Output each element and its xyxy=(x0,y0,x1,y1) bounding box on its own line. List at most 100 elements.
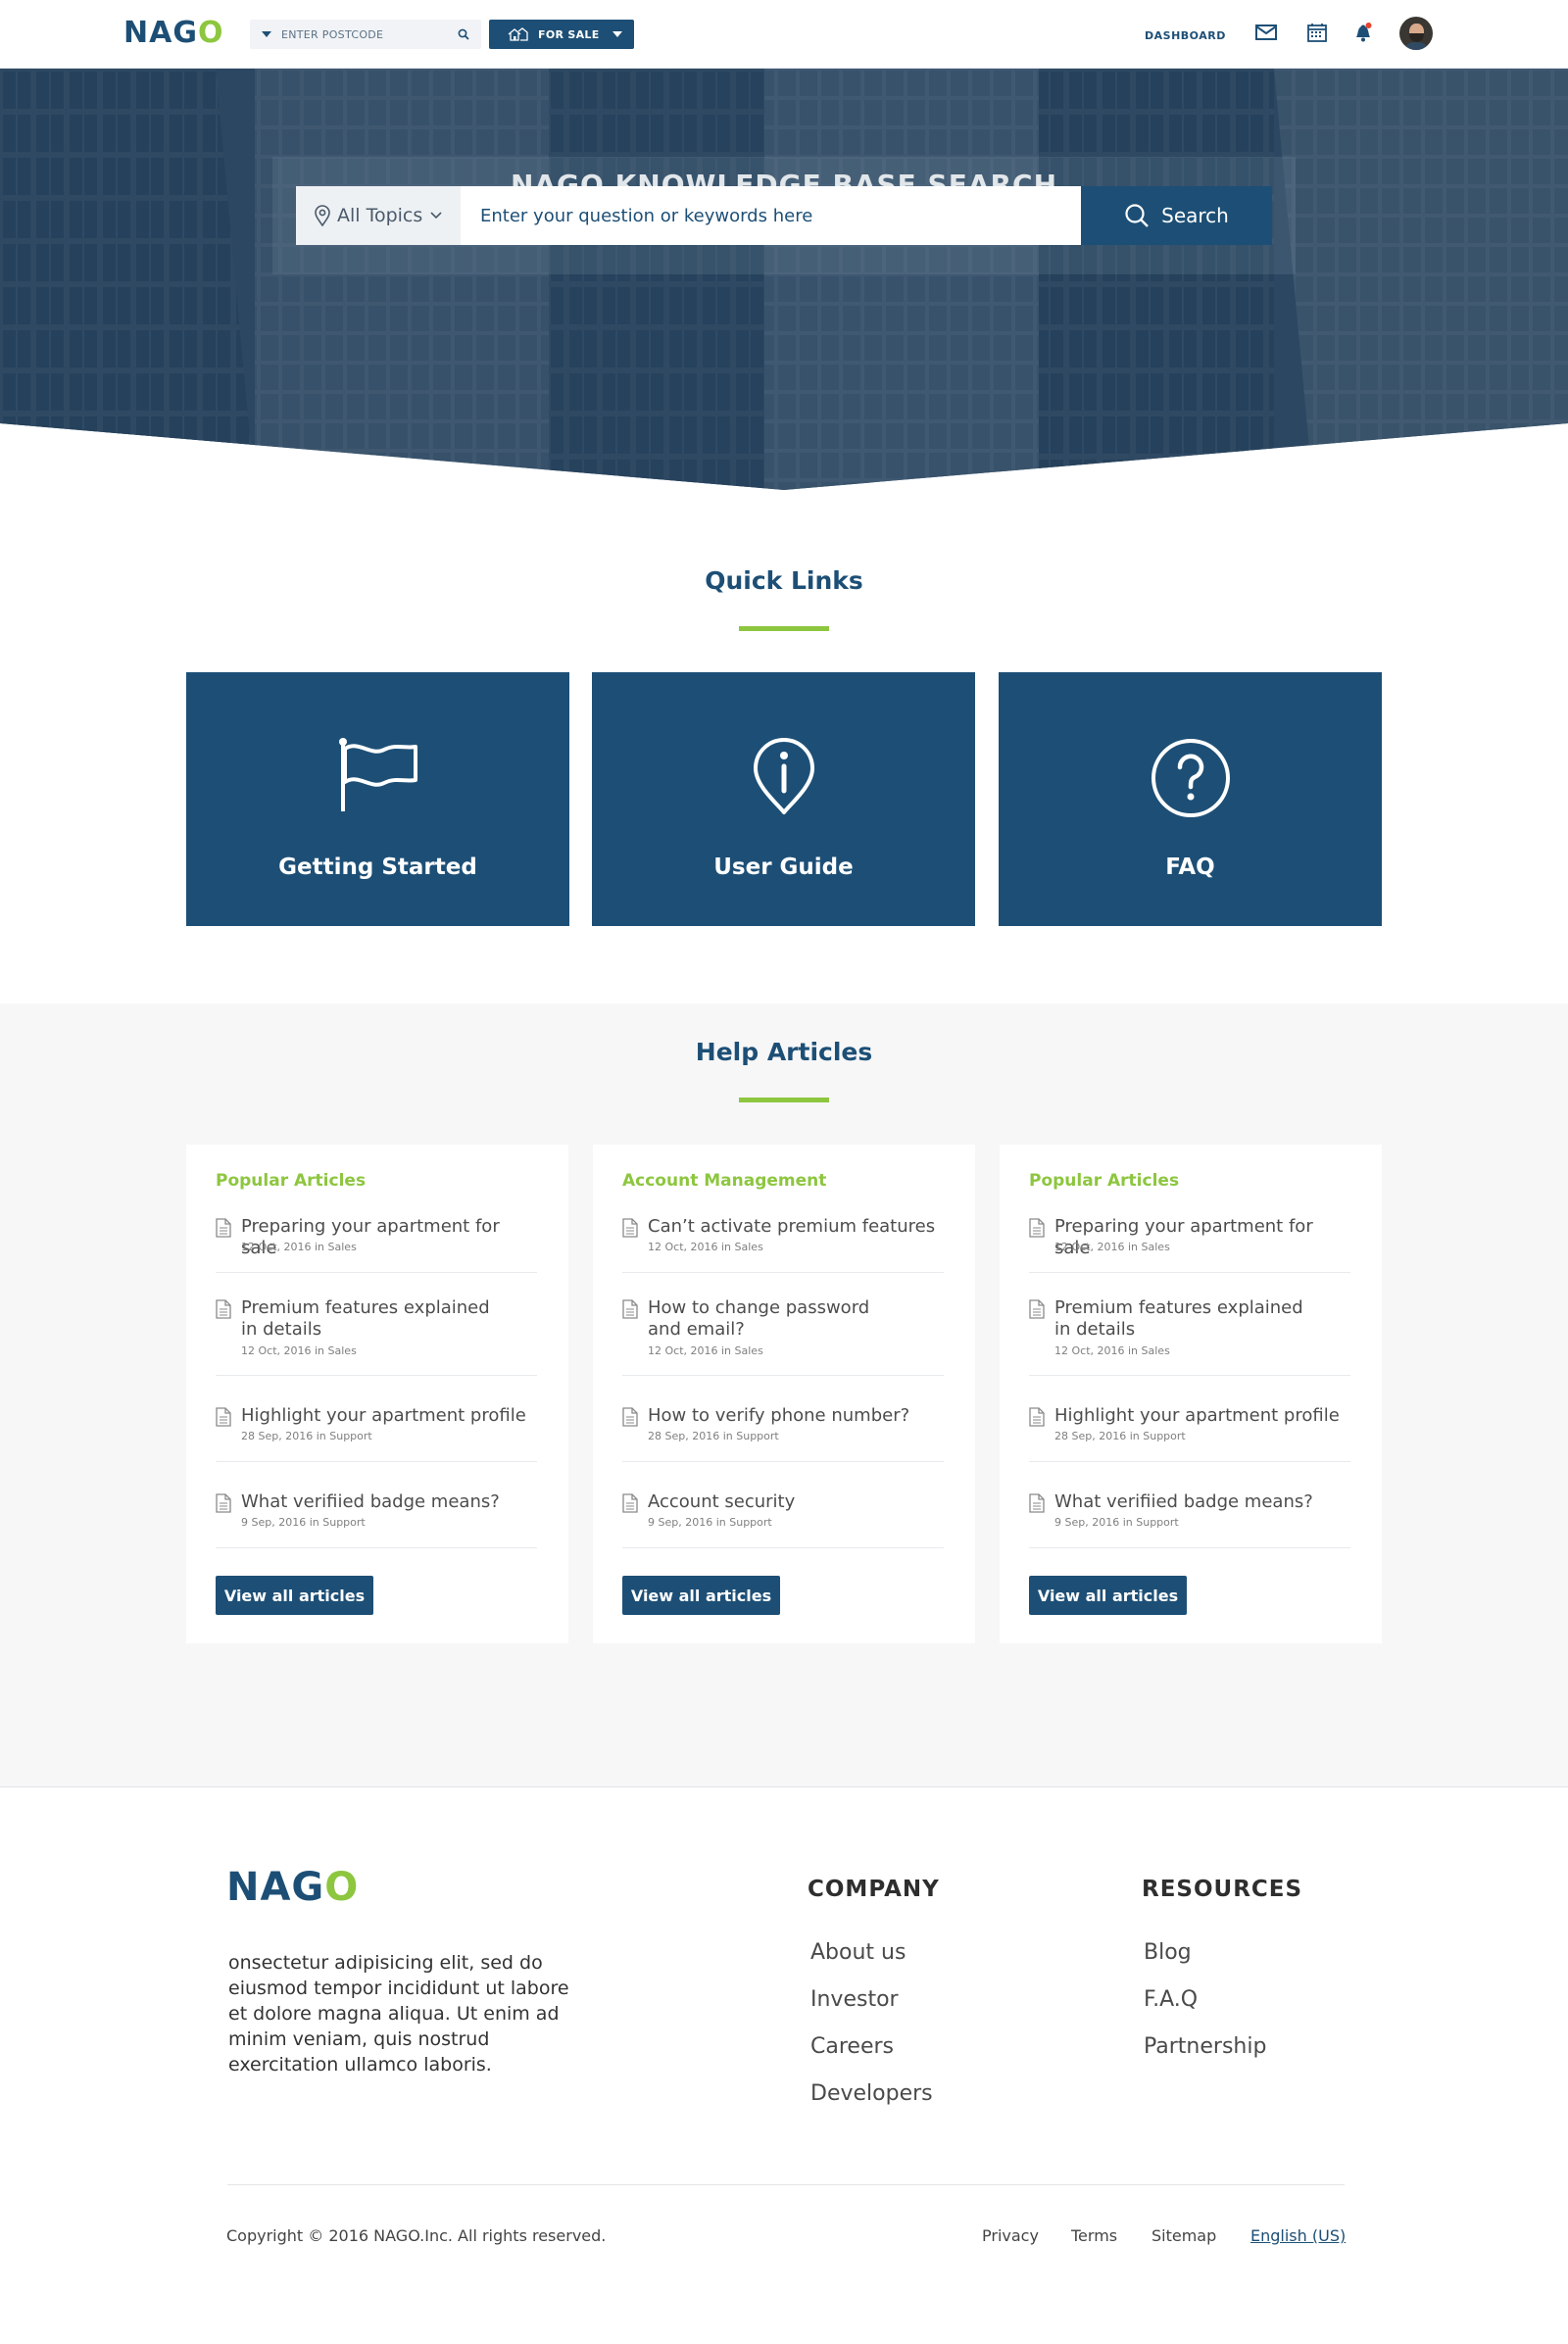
search-icon[interactable] xyxy=(458,28,469,40)
bell-icon[interactable] xyxy=(1353,22,1373,43)
article-title[interactable]: Highlight your apartment profile xyxy=(241,1405,537,1427)
article-item[interactable]: Premium features explained in details 12… xyxy=(216,1297,537,1376)
footer-link-investor[interactable]: Investor xyxy=(810,1987,899,2012)
article-category: Popular Articles xyxy=(1029,1171,1180,1191)
article-item[interactable]: Premium features explained in details 12… xyxy=(1029,1297,1350,1376)
title-underline xyxy=(739,626,829,631)
document-icon xyxy=(216,1493,231,1513)
company-heading: COMPANY xyxy=(808,1877,940,1902)
article-meta: 28 Sep, 2016 in Support xyxy=(1054,1430,1186,1442)
article-meta: 12 Oct, 2016 in Sales xyxy=(1054,1241,1170,1253)
topics-dropdown[interactable]: All Topics xyxy=(296,186,461,245)
article-title[interactable]: What verifiied badge means? xyxy=(241,1491,537,1513)
flag-icon xyxy=(338,738,417,811)
topics-label: All Topics xyxy=(337,205,423,226)
article-title[interactable]: Account security xyxy=(648,1491,944,1513)
article-item[interactable]: Preparing your apartment for sale 12 Oct… xyxy=(216,1216,537,1273)
listing-type-dropdown[interactable]: FOR SALE xyxy=(489,20,634,49)
caret-down-icon[interactable] xyxy=(262,31,271,37)
article-meta: 12 Oct, 2016 in Sales xyxy=(648,1241,763,1253)
article-title[interactable]: Premium features explained in details xyxy=(1054,1297,1309,1341)
article-meta: 9 Sep, 2016 in Support xyxy=(241,1516,366,1529)
chevron-down-icon xyxy=(430,212,442,220)
document-icon xyxy=(622,1493,638,1513)
document-icon xyxy=(216,1218,231,1238)
footer-link-about-us[interactable]: About us xyxy=(810,1940,906,1965)
document-icon xyxy=(1029,1407,1045,1427)
article-title[interactable]: How to change password and email? xyxy=(648,1297,893,1341)
footer-link-blog[interactable]: Blog xyxy=(1144,1940,1192,1965)
article-meta: 12 Oct, 2016 in Sales xyxy=(648,1344,763,1357)
article-title[interactable]: What verifiied badge means? xyxy=(1054,1491,1350,1513)
listing-type-label: FOR SALE xyxy=(538,27,600,41)
nago-logo[interactable]: NAGO xyxy=(123,16,223,50)
article-meta: 9 Sep, 2016 in Support xyxy=(1054,1516,1179,1529)
article-item[interactable]: What verifiied badge means? 9 Sep, 2016 … xyxy=(216,1491,537,1548)
article-item[interactable]: Account security 9 Sep, 2016 in Support xyxy=(622,1491,944,1548)
document-icon xyxy=(1029,1493,1045,1513)
question-icon xyxy=(1151,739,1230,817)
document-icon xyxy=(622,1299,638,1319)
quick-links-title: Quick Links xyxy=(705,566,863,595)
view-all-articles-button[interactable]: View all articles xyxy=(216,1576,373,1615)
document-icon xyxy=(622,1407,638,1427)
house-icon xyxy=(508,27,528,41)
article-title[interactable]: Highlight your apartment profile xyxy=(1054,1405,1350,1427)
building-background-image xyxy=(0,69,1568,490)
view-all-articles-button[interactable]: View all articles xyxy=(622,1576,780,1615)
footer-link-careers[interactable]: Careers xyxy=(810,2034,894,2059)
knowledge-search-input[interactable] xyxy=(461,186,1081,245)
search-button[interactable]: Search xyxy=(1081,186,1272,245)
search-button-label: Search xyxy=(1161,204,1229,227)
calendar-icon[interactable] xyxy=(1307,23,1327,42)
view-all-articles-button[interactable]: View all articles xyxy=(1029,1576,1187,1615)
article-title[interactable]: Can’t activate premium features xyxy=(648,1216,944,1238)
mail-icon[interactable] xyxy=(1255,24,1277,41)
footer-link-developers[interactable]: Developers xyxy=(810,2081,933,2106)
article-category: Popular Articles xyxy=(216,1171,367,1191)
caret-down-icon xyxy=(612,31,622,37)
copyright-text: Copyright © 2016 NAGO.Inc. All rights re… xyxy=(226,2226,607,2245)
article-card: Popular Articles Preparing your apartmen… xyxy=(1000,1145,1382,1643)
quick-link-label: Getting Started xyxy=(278,855,477,880)
hero-banner: NAGO KNOWLEDGE BASE SEARCH xyxy=(0,69,1568,490)
info-pin-icon xyxy=(753,738,814,814)
article-meta: 9 Sep, 2016 in Support xyxy=(648,1516,772,1529)
article-title[interactable]: How to verify phone number? xyxy=(648,1405,944,1427)
resources-heading: RESOURCES xyxy=(1142,1877,1303,1902)
article-item[interactable]: What verifiied badge means? 9 Sep, 2016 … xyxy=(1029,1491,1350,1548)
postcode-search-field[interactable]: ENTER POSTCODE xyxy=(250,20,481,49)
postcode-placeholder[interactable]: ENTER POSTCODE xyxy=(281,28,458,41)
search-icon xyxy=(1125,204,1149,227)
language-selector[interactable]: English (US) xyxy=(1250,2226,1346,2245)
sitemap-link[interactable]: Sitemap xyxy=(1152,2226,1216,2245)
article-title[interactable]: Premium features explained in details xyxy=(241,1297,496,1341)
article-card: Account Management Can’t activate premiu… xyxy=(593,1145,975,1643)
footer-logo[interactable]: NAGO xyxy=(226,1865,359,1910)
document-icon xyxy=(216,1299,231,1319)
quick-link-getting-started[interactable]: Getting Started xyxy=(186,672,569,926)
footer-link-faq[interactable]: F.A.Q xyxy=(1144,1987,1198,2012)
privacy-link[interactable]: Privacy xyxy=(982,2226,1039,2245)
user-avatar[interactable] xyxy=(1399,17,1433,50)
quick-link-label: User Guide xyxy=(713,855,854,880)
footer-link-partnership[interactable]: Partnership xyxy=(1144,2034,1266,2059)
document-icon xyxy=(1029,1218,1045,1238)
article-item[interactable]: How to change password and email? 12 Oct… xyxy=(622,1297,944,1376)
quick-link-user-guide[interactable]: User Guide xyxy=(592,672,975,926)
terms-link[interactable]: Terms xyxy=(1071,2226,1117,2245)
location-pin-icon xyxy=(315,205,330,226)
article-item[interactable]: Highlight your apartment profile 28 Sep,… xyxy=(1029,1405,1350,1462)
article-meta: 28 Sep, 2016 in Support xyxy=(241,1430,372,1442)
article-item[interactable]: How to verify phone number? 28 Sep, 2016… xyxy=(622,1405,944,1462)
article-item[interactable]: Preparing your apartment for sale 12 Oct… xyxy=(1029,1216,1350,1273)
quick-link-label: FAQ xyxy=(1165,855,1215,880)
document-icon xyxy=(622,1218,638,1238)
footer-divider xyxy=(227,2184,1345,2185)
article-item[interactable]: Highlight your apartment profile 28 Sep,… xyxy=(216,1405,537,1462)
article-meta: 12 Oct, 2016 in Sales xyxy=(241,1344,357,1357)
document-icon xyxy=(216,1407,231,1427)
dashboard-link[interactable]: DASHBOARD xyxy=(1145,29,1226,42)
article-item[interactable]: Can’t activate premium features 12 Oct, … xyxy=(622,1216,944,1273)
quick-link-faq[interactable]: FAQ xyxy=(999,672,1382,926)
